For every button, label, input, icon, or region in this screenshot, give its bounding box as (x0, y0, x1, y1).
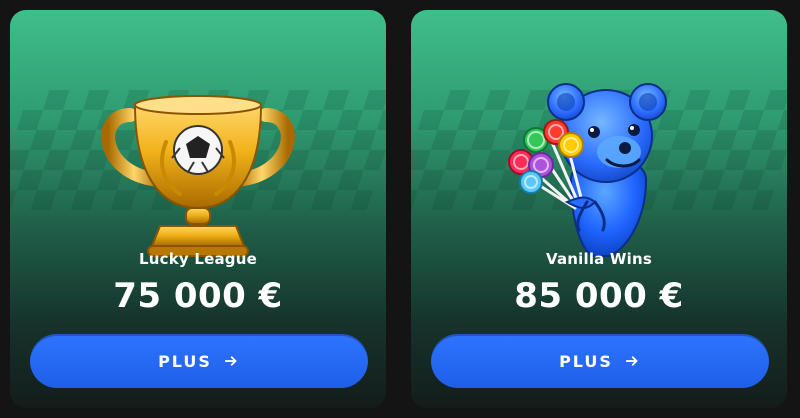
arrow-right-icon (625, 356, 638, 366)
plus-button-label: PLUS (559, 351, 613, 371)
card-amount: 85 000 € (514, 276, 684, 316)
plus-button[interactable]: PLUS (30, 334, 368, 388)
card-title: Vanilla Wins (545, 250, 653, 268)
blue-gummy-bear-lollipops-icon (508, 83, 667, 257)
promo-cards: Lucky League 75 000 € PLUS Vanilla Wins … (0, 0, 800, 418)
arrow-right-icon (224, 356, 237, 366)
trophy-soccer-ball-icon (101, 95, 295, 257)
card-amount: 75 000 € (113, 276, 283, 316)
plus-button[interactable]: PLUS (431, 334, 769, 388)
promo-card-lucky-league[interactable]: Lucky League 75 000 € PLUS (10, 10, 386, 408)
plus-button-label: PLUS (158, 351, 212, 371)
card-title: Lucky League (139, 250, 257, 268)
promo-card-vanilla-wins[interactable]: Vanilla Wins 85 000 € PLUS (411, 10, 787, 408)
